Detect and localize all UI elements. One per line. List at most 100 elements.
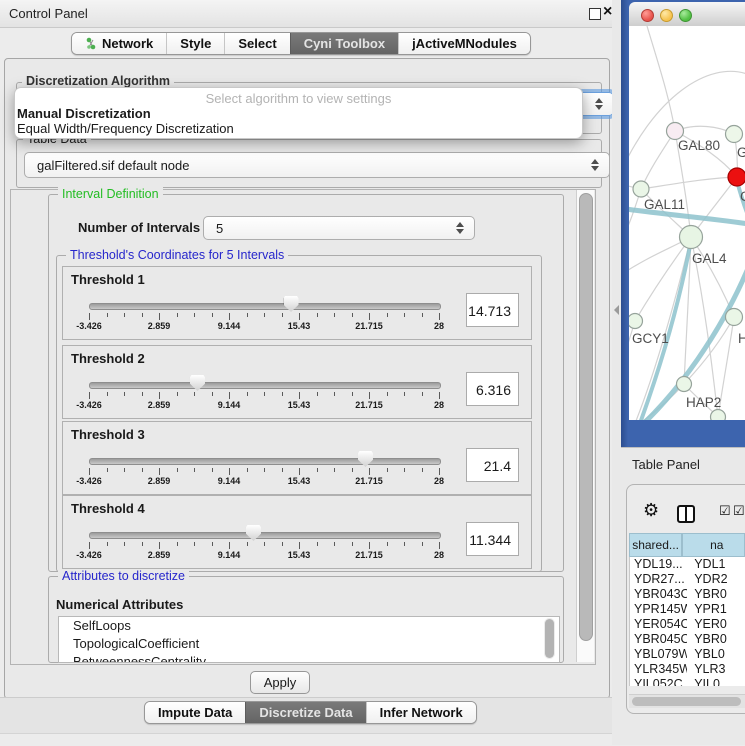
table-data-combo-value: galFiltered.sif default node: [37, 158, 189, 173]
table-data-combo[interactable]: galFiltered.sif default node: [24, 152, 610, 178]
slider-tick: [282, 542, 283, 546]
tab-impute-data[interactable]: Impute Data: [145, 702, 245, 723]
zoom-traffic-icon[interactable]: [679, 9, 692, 22]
tab-cyni-toolbox[interactable]: Cyni Toolbox: [290, 33, 398, 54]
slider-tick: [352, 542, 353, 546]
slider-tick: [107, 542, 108, 546]
close-traffic-icon[interactable]: [641, 9, 654, 22]
table-row[interactable]: YIL052CYIL0: [630, 677, 745, 686]
table-row[interactable]: YBR043CYBR0: [630, 587, 745, 602]
algorithm-option-equal-width-frequency-discretization[interactable]: Equal Width/Frequency Discretization: [17, 121, 234, 136]
slider-tick: [404, 313, 405, 317]
slider-tick: [159, 468, 160, 475]
slider-tick: [369, 468, 370, 475]
vertical-scrollbar-thumb[interactable]: [579, 193, 593, 641]
float-window-icon[interactable]: [589, 8, 601, 20]
interval-group-title: Interval Definition: [58, 187, 163, 201]
threshold-label: Threshold 3: [71, 427, 145, 442]
algorithm-option-manual-discretization[interactable]: Manual Discretization: [17, 106, 151, 121]
table-row[interactable]: YER054CYER0: [630, 617, 745, 632]
close-icon[interactable]: ×: [603, 3, 612, 21]
threshold-value-field[interactable]: 11.344: [466, 522, 519, 556]
table-row[interactable]: YBR045CYBR0: [630, 632, 745, 647]
minimize-traffic-icon[interactable]: [660, 9, 673, 22]
network-node-gal11[interactable]: [633, 181, 649, 197]
tab-label: Style: [180, 36, 211, 51]
horizontal-scrollbar-thumb[interactable]: [632, 697, 741, 706]
slider-tick: [159, 392, 160, 399]
threshold-value-field[interactable]: 14.713: [466, 293, 519, 327]
network-node-hap2[interactable]: [677, 377, 692, 392]
horizontal-scrollbar[interactable]: [629, 694, 745, 708]
threshold-value-field[interactable]: 6.316: [466, 372, 519, 406]
slider-tick: [264, 313, 265, 317]
column-header-1[interactable]: na: [682, 533, 745, 557]
slider-tick-label: 28: [417, 400, 461, 410]
apply-button[interactable]: Apply: [250, 671, 310, 694]
slider-tick-label: -3.426: [67, 476, 111, 486]
tab-network[interactable]: Network: [72, 33, 166, 54]
num-intervals-value: 5: [216, 221, 223, 236]
slider-tick: [107, 468, 108, 472]
table-rows: YDL19...YDL1YDR27...YDR2YBR043CYBR0YPR14…: [629, 557, 745, 686]
tab-label: jActiveMNodules: [412, 36, 517, 51]
table-row[interactable]: YPR145WYPR1: [630, 602, 745, 617]
slider-track[interactable]: [89, 382, 441, 389]
slider-tick: [404, 392, 405, 396]
threshold-value-field[interactable]: 21.4: [466, 448, 519, 482]
table-row[interactable]: YDL19...YDL1: [630, 557, 745, 572]
attributes-scrollbar[interactable]: [544, 618, 555, 659]
network-node-gcy1[interactable]: [629, 314, 643, 329]
cell-shared-name: YPR145W: [630, 602, 687, 617]
network-node-c[interactable]: [728, 168, 745, 186]
column-header-0[interactable]: shared...: [629, 533, 682, 557]
split-columns-icon[interactable]: [677, 505, 695, 523]
slider-tick: [387, 542, 388, 546]
cell-shared-name: YBL079W: [630, 647, 687, 662]
tab-infer-network[interactable]: Infer Network: [366, 702, 476, 723]
gear-icon[interactable]: ⚙: [643, 500, 659, 521]
algorithm-dropdown-popup: Select algorithm to view settings Manual…: [14, 87, 583, 139]
attribute-item-topologicalcoefficient[interactable]: TopologicalCoefficient: [59, 635, 559, 653]
checkbox-icon[interactable]: ☑: [719, 503, 731, 519]
slider-tick: [247, 313, 248, 317]
network-node-h[interactable]: [726, 309, 743, 326]
tab-discretize-data[interactable]: Discretize Data: [245, 702, 365, 723]
network-window-titlebar[interactable]: [629, 2, 745, 27]
slider-tick: [89, 542, 90, 549]
slider-tick: [124, 468, 125, 472]
panel-divider-grip[interactable]: [614, 305, 619, 315]
top-tab-bar: Network Style SelectCyni Toolbox jActiveMNo…: [71, 32, 531, 55]
numerical-attributes-list[interactable]: SelfLoopsTopologicalCoefficientBetweenne…: [58, 616, 560, 663]
table-row[interactable]: YLR345WYLR3: [630, 662, 745, 677]
network-canvas[interactable]: GAL80G.CGAL11GAL4GCY1HHAP2: [629, 26, 745, 420]
network-node-gal80[interactable]: [667, 123, 684, 140]
attribute-item-betweennesscentrality[interactable]: BetweennessCentrality: [59, 653, 559, 663]
bottom-tab-bar: Impute DataDiscretize DataInfer Network: [144, 701, 477, 724]
table-row[interactable]: YDR27...YDR2: [630, 572, 745, 587]
num-intervals-combo[interactable]: 5: [203, 216, 475, 240]
slider-tick: [124, 392, 125, 396]
network-node-g-[interactable]: [726, 126, 743, 143]
slider-tick: [387, 313, 388, 317]
checkbox-icon[interactable]: ☑: [733, 503, 745, 519]
slider-tick-label: -3.426: [67, 550, 111, 560]
slider-track[interactable]: [89, 303, 441, 310]
slider-tick: [107, 392, 108, 396]
slider-track[interactable]: [89, 532, 441, 539]
slider-track[interactable]: [89, 458, 441, 465]
tab-select[interactable]: Select: [224, 33, 289, 54]
tab-style[interactable]: Style: [166, 33, 224, 54]
slider-tick: [89, 313, 90, 320]
slider-tick: [264, 468, 265, 472]
numerical-attributes-label: Numerical Attributes: [56, 597, 183, 612]
attribute-item-selfloops[interactable]: SelfLoops: [59, 617, 559, 635]
slider-tick-label: -3.426: [67, 400, 111, 410]
slider-tick-label: -3.426: [67, 321, 111, 331]
network-node-gal4[interactable]: [680, 226, 703, 249]
tab-jactivemnodules[interactable]: jActiveMNodules: [398, 33, 530, 54]
slider-tick-label: 9.144: [207, 550, 251, 560]
algorithm-popup-hint: Select algorithm to view settings: [15, 91, 582, 106]
network-node[interactable]: [711, 410, 726, 421]
table-row[interactable]: YBL079WYBL0: [630, 647, 745, 662]
